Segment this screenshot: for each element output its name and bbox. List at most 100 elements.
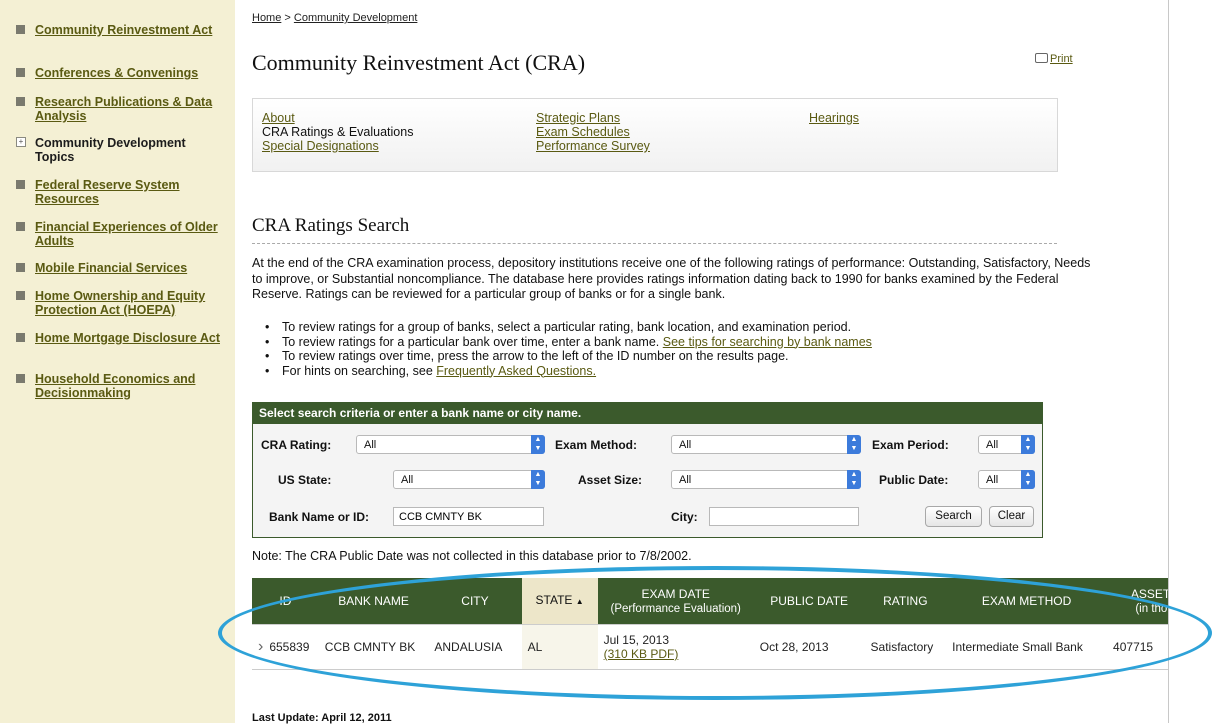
sidebar-item-label[interactable]: Community Reinvestment Act	[35, 23, 228, 37]
public-date-label: Public Date:	[879, 473, 949, 487]
cell-id: › 655839	[252, 624, 319, 670]
breadcrumb: Home > Community Development	[252, 12, 417, 24]
exam-method-label: Exam Method:	[555, 438, 638, 452]
cell-bank-name: CCB CMNTY BK	[318, 624, 429, 670]
square-bullet-icon	[16, 333, 25, 342]
subnav-special-designations[interactable]: Special Designations	[262, 139, 379, 153]
cell-state: AL	[521, 624, 598, 670]
sidebar-item-mobile-financial-services[interactable]: Mobile Financial Services	[16, 261, 228, 275]
sidebar-item-household-economics[interactable]: Household Economics and Decisionmaking	[16, 372, 228, 400]
header-label: RATING	[883, 594, 928, 608]
square-bullet-icon	[16, 68, 25, 77]
col-header-exam-method[interactable]: EXAM METHOD	[946, 578, 1108, 625]
bank-name-label: Bank Name or ID:	[269, 510, 370, 524]
subnav-about[interactable]: About	[262, 111, 295, 125]
bank-name-tips-link[interactable]: See tips for searching by bank names	[663, 335, 872, 349]
subnav-performance-survey[interactable]: Performance Survey	[536, 139, 650, 153]
subnav-strategic-plans[interactable]: Strategic Plans	[536, 111, 620, 125]
col-header-id[interactable]: ID	[252, 578, 319, 625]
public-date-select[interactable]: All ▲ ▼	[978, 470, 1035, 489]
list-item: To review ratings for a particular bank …	[252, 335, 872, 350]
list-item: To review ratings over time, press the a…	[252, 349, 872, 364]
sidebar-item-label[interactable]: Research Publications & Data Analysis	[35, 95, 228, 123]
cell-exam-date: Jul 15, 2013 (310 KB PDF)	[597, 624, 754, 670]
bullet-text: For hints on searching, see	[282, 363, 437, 378]
exam-period-value: All	[986, 439, 999, 451]
search-button[interactable]: Search	[925, 506, 982, 527]
bullet-text: To review ratings over time, press the a…	[282, 349, 789, 363]
col-header-bank-name[interactable]: BANK NAME	[318, 578, 429, 625]
breadcrumb-current-link[interactable]: Community Development	[294, 12, 418, 24]
sidebar-item-community-development-topics[interactable]: + Community Development Topics	[16, 136, 228, 164]
cra-rating-value: All	[364, 439, 377, 451]
square-bullet-icon	[16, 291, 25, 300]
col-header-state-sorted[interactable]: STATE ▲	[521, 578, 598, 625]
cra-rating-select[interactable]: All ▲ ▼	[356, 435, 545, 454]
breadcrumb-home-link[interactable]: Home	[252, 12, 281, 24]
sort-ascending-icon: ▲	[575, 597, 584, 606]
col-header-public-date[interactable]: PUBLIC DATE	[753, 578, 865, 625]
header-label: ID	[279, 594, 292, 608]
page-title: Community Reinvestment Act (CRA)	[252, 50, 586, 75]
faq-link[interactable]: Frequently Asked Questions.	[436, 364, 596, 378]
pdf-link[interactable]: (310 KB PDF)	[604, 647, 679, 661]
left-sidebar: Community Reinvestment Act Conferences &…	[0, 0, 236, 723]
select-arrows-icon: ▲ ▼	[531, 470, 545, 489]
sidebar-item-label[interactable]: Community Development Topics	[35, 136, 228, 164]
col-header-city[interactable]: CITY	[428, 578, 522, 625]
expand-row-arrow-icon[interactable]: ›	[258, 638, 263, 655]
print-link[interactable]: Print	[1035, 53, 1073, 65]
section-title: CRA Ratings Search	[252, 215, 1057, 244]
sidebar-item-label[interactable]: Conferences & Convenings	[35, 66, 228, 80]
asset-size-select[interactable]: All ▲ ▼	[671, 470, 861, 489]
sidebar-item-label[interactable]: Home Mortgage Disclosure Act	[35, 331, 228, 345]
us-state-select[interactable]: All ▲ ▼	[393, 470, 545, 489]
sidebar-item-conferences[interactable]: Conferences & Convenings	[16, 66, 228, 80]
table-row: › 655839 CCB CMNTY BK ANDALUSIA AL Jul 15…	[252, 624, 1168, 670]
col-header-assets[interactable]: ASSETS(in thou	[1107, 578, 1168, 625]
sidebar-item-hmda[interactable]: Home Mortgage Disclosure Act	[16, 331, 228, 345]
sidebar-item-label[interactable]: Household Economics and Decisionmaking	[35, 372, 228, 400]
header-sublabel: (in thou	[1135, 602, 1168, 615]
search-criteria-panel: Select search criteria or enter a bank n…	[252, 402, 1043, 538]
subnav-cra-ratings-current: CRA Ratings & Evaluations	[262, 125, 414, 139]
us-state-label: US State:	[278, 473, 332, 487]
results-header-row: ID BANK NAME CITY STATE ▲ EXAM DATE (Perf…	[252, 578, 1168, 625]
expand-plus-icon[interactable]: +	[16, 137, 26, 147]
select-arrows-icon: ▲ ▼	[847, 470, 861, 489]
square-bullet-icon	[16, 374, 25, 383]
cell-assets: 407715	[1107, 624, 1168, 670]
sidebar-item-label[interactable]: Financial Experiences of Older Adults	[35, 220, 228, 248]
exam-period-select[interactable]: All ▲ ▼	[978, 435, 1035, 454]
search-panel-header: Select search criteria or enter a bank n…	[253, 403, 1042, 424]
sidebar-item-community-reinvestment-act[interactable]: Community Reinvestment Act	[16, 23, 228, 37]
sidebar-item-research-publications[interactable]: Research Publications & Data Analysis	[16, 95, 228, 123]
main-content: Home > Community Development Community R…	[235, 0, 1169, 724]
bullet-text: To review ratings for a particular bank …	[282, 334, 663, 349]
city-input[interactable]	[709, 507, 859, 526]
last-update-text: Last Update: April 12, 2011	[252, 712, 392, 724]
subnav-hearings[interactable]: Hearings	[809, 111, 859, 125]
header-label: CITY	[461, 594, 489, 608]
bank-name-input[interactable]	[393, 507, 544, 526]
header-label: ASSETS	[1130, 586, 1168, 601]
sidebar-item-financial-experiences[interactable]: Financial Experiences of Older Adults	[16, 220, 228, 248]
header-label: PUBLIC DATE	[770, 594, 849, 608]
select-arrows-icon: ▲ ▼	[1021, 435, 1035, 454]
sidebar-item-label[interactable]: Federal Reserve System Resources	[35, 178, 228, 206]
sidebar-item-label[interactable]: Mobile Financial Services	[35, 261, 228, 275]
col-header-exam-date[interactable]: EXAM DATE (Performance Evaluation)	[597, 578, 754, 625]
sidebar-item-label[interactable]: Home Ownership and Equity Protection Act…	[35, 289, 228, 317]
subnav-exam-schedules[interactable]: Exam Schedules	[536, 125, 630, 139]
clear-button[interactable]: Clear	[989, 506, 1034, 527]
print-label: Print	[1050, 53, 1073, 65]
header-label: EXAM METHOD	[981, 594, 1072, 608]
sidebar-item-hoepa[interactable]: Home Ownership and Equity Protection Act…	[16, 289, 228, 317]
bullet-text: To review ratings for a group of banks, …	[282, 320, 852, 334]
col-header-rating[interactable]: RATING	[864, 578, 947, 625]
exam-method-select[interactable]: All ▲ ▼	[671, 435, 861, 454]
city-label: City:	[671, 510, 698, 524]
sidebar-item-federal-reserve-resources[interactable]: Federal Reserve System Resources	[16, 178, 228, 206]
square-bullet-icon	[16, 97, 25, 106]
instructions-list: To review ratings for a group of banks, …	[252, 320, 872, 378]
